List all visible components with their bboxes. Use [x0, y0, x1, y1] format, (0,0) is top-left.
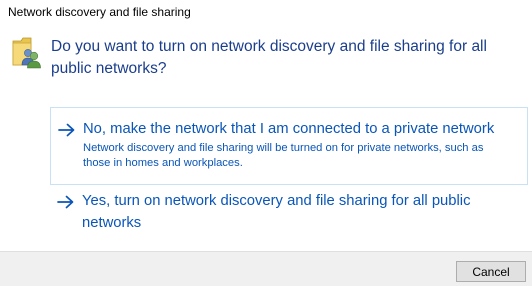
- arrow-right-icon: [57, 195, 75, 209]
- network-users-icon: [12, 35, 42, 69]
- title-bar: Network discovery and file sharing: [0, 0, 532, 26]
- option-private-network-description: Network discovery and file sharing will …: [83, 142, 484, 169]
- cancel-button[interactable]: Cancel: [456, 261, 526, 282]
- window-title: Network discovery and file sharing: [8, 5, 191, 19]
- option-public-networks-label: Yes, turn on network discovery and file …: [82, 193, 471, 231]
- dialog-question: Do you want to turn on network discovery…: [51, 38, 487, 77]
- option-public-networks[interactable]: Yes, turn on network discovery and file …: [50, 189, 528, 239]
- option-private-network-label: No, make the network that I am connected…: [83, 121, 495, 137]
- arrow-right-icon: [58, 123, 76, 137]
- option-private-network[interactable]: No, make the network that I am connected…: [50, 107, 528, 185]
- dialog-footer: Cancel: [0, 251, 532, 286]
